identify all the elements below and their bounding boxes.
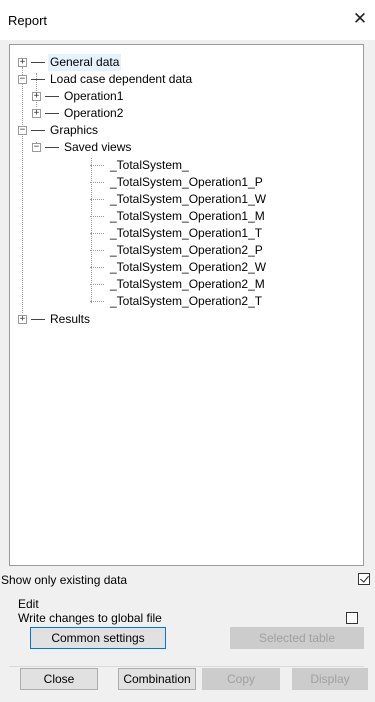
tree-node-label: Operation2 [64,106,124,120]
title-bar: Report ✕ [0,0,375,40]
saved-view-label: _TotalSystem_Operation2_M [110,277,265,291]
show-existing-row: Show only existing data [0,570,375,590]
common-settings-button[interactable]: Common settings [30,627,166,649]
write-global-label: Write changes to global file [18,611,162,625]
selected-table-button[interactable]: Selected table [230,627,364,649]
tree-node-label: Operation1 [64,89,124,103]
tree-branch-line [90,165,104,166]
tree-branch-line [90,267,104,268]
tree-connector [91,158,92,303]
tree-branch-line [90,250,104,251]
collapse-icon[interactable]: − [18,126,27,135]
tree-branch-line [90,182,104,183]
display-button[interactable]: Display [292,668,368,690]
show-existing-label: Show only existing data [1,573,128,587]
tree-branch-line [31,130,45,131]
saved-view-label: _TotalSystem_Operation2_W [110,260,267,274]
tree-node-label: Graphics [50,123,99,137]
close-button[interactable]: Close [20,668,98,690]
tree-branch-line [90,199,104,200]
tree-node-label: Saved views [64,140,132,154]
tree-branch-line [90,284,104,285]
combination-button[interactable]: Combination [118,668,196,690]
saved-view-label: _TotalSystem_Operation1_T [110,226,263,240]
saved-view-label: _TotalSystem_Operation1_W [110,192,267,206]
saved-view-label: _TotalSystem_ [110,158,189,172]
saved-view-label: _TotalSystem_Operation1_P [110,175,263,189]
collapse-icon[interactable]: − [32,143,41,152]
tree-branch-line [31,62,45,63]
show-existing-checkbox[interactable] [358,573,370,585]
saved-view-label: _TotalSystem_Operation2_P [110,243,263,257]
tree-branch-line [90,301,104,302]
tree-node-label: Results [50,312,91,326]
copy-button[interactable]: Copy [202,668,280,690]
tree-branch-line [45,96,59,97]
divider [9,666,364,667]
tree-branch-line [90,233,104,234]
close-icon[interactable]: ✕ [349,8,371,30]
collapse-icon[interactable]: − [18,75,27,84]
window-title: Report [8,13,48,28]
expand-icon[interactable]: + [32,92,41,101]
tree-branch-line [45,113,59,114]
tree-branch-line [45,147,59,148]
expand-icon[interactable]: + [18,58,27,67]
tree-node-label: Load case dependent data [50,72,193,86]
tree-node-label: General data [48,54,122,71]
saved-view-label: _TotalSystem_Operation1_M [110,209,265,223]
tree-branch-line [90,216,104,217]
expand-icon[interactable]: + [32,109,41,118]
saved-view-label: _TotalSystem_Operation2_T [110,294,263,308]
expand-icon[interactable]: + [18,315,27,324]
tree-branch-line [31,319,45,320]
tree-connector [22,67,23,313]
tree-branch-line [31,79,45,80]
report-tree[interactable]: + General data − Load case dependent dat… [9,44,364,566]
write-global-checkbox[interactable] [346,612,358,624]
edit-group-label: Edit [18,597,39,611]
